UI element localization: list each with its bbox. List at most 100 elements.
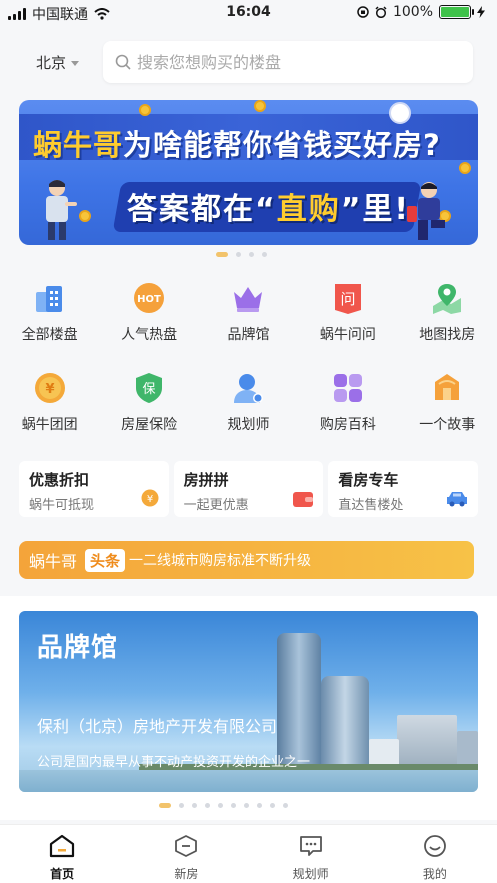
crown-icon (230, 280, 266, 316)
brand-hall-title: 品牌馆 (37, 633, 119, 663)
agent-figure-icon (46, 180, 77, 240)
buyer-figure-icon (407, 182, 445, 240)
profile-icon (423, 835, 446, 857)
menu-item-advisor[interactable]: 规划师 (199, 368, 298, 458)
tab-profile[interactable]: 我的 (373, 825, 497, 883)
headline-text: 一二线城市购房标准不断升级 (129, 553, 312, 569)
hot-icon: HOT (131, 280, 167, 316)
tab-label: 新房 (174, 867, 199, 881)
promo-card-car[interactable]: 看房专车 直达售楼处 (328, 461, 479, 517)
headline-tag: 头条 (85, 548, 126, 572)
search-icon (115, 54, 131, 70)
promo-card-subtitle: 蜗牛可抵现 (29, 498, 95, 513)
discount-coin-icon: ¥ (141, 489, 159, 507)
status-right: 100% (357, 4, 485, 20)
bottom-tab-bar: 首页 新房 规划师 我的 (0, 824, 497, 883)
banner-subline: 答案都在“直购”里! (127, 184, 410, 228)
top-bar: 北京 (0, 26, 497, 96)
pager-dot (249, 252, 254, 257)
search-box[interactable] (103, 41, 473, 83)
shield-icon: 保 (131, 370, 167, 406)
pager-dot (216, 252, 228, 257)
menu-item-encyclopedia[interactable]: 购房百科 (298, 368, 397, 458)
pager-dot (218, 803, 223, 808)
rotation-lock-icon (357, 6, 369, 18)
pager-dot (192, 803, 197, 808)
headline-brand: 蜗牛哥 (29, 552, 78, 571)
water-decoration (19, 770, 478, 792)
pager-dot (159, 803, 171, 808)
menu-item-label: 房屋保险 (121, 417, 178, 433)
tab-label: 首页 (50, 867, 75, 881)
menu-item-label: 蜗牛问问 (319, 327, 376, 343)
promo-card-title: 房拼拼 (183, 471, 229, 489)
menu-item-story[interactable]: 一个故事 (398, 368, 497, 458)
menu-item-label: 一个故事 (419, 417, 476, 433)
menu-item-ask[interactable]: 问 蜗牛问问 (298, 278, 397, 368)
promo-card-title: 看房专车 (338, 471, 399, 489)
pager-dot (205, 803, 210, 808)
news-headline-bar[interactable]: 蜗牛哥 头条 一二线城市购房标准不断升级 (19, 541, 474, 579)
tab-label: 规划师 (292, 867, 329, 881)
question-icon: 问 (330, 280, 366, 316)
banner-subline-pre: 答案都在“ (127, 192, 277, 227)
promo-card-group-buy[interactable]: 房拼拼 一起更优惠 (173, 461, 324, 517)
pager-dot (244, 803, 249, 808)
menu-item-label: 人气热盘 (121, 327, 178, 343)
brand-pager (159, 803, 288, 808)
home-icon (50, 834, 75, 858)
buildings-icon (32, 280, 68, 316)
coin-icon: ¥ (32, 370, 68, 406)
tab-advisor[interactable]: 规划师 (249, 825, 373, 883)
menu-item-label: 地图找房 (419, 327, 476, 343)
menu-item-insurance[interactable]: 保 房屋保险 (99, 368, 198, 458)
promo-banner[interactable]: 蜗牛哥为啥能帮你省钱买好房? 答案都在“直购”里! (19, 100, 478, 245)
banner-headline: 蜗牛哥为啥能帮你省钱买好房? (33, 122, 441, 164)
city-selector[interactable]: 北京 (36, 52, 80, 73)
menu-item-label: 全部楼盘 (21, 327, 78, 343)
car-icon (447, 492, 468, 507)
battery-percent: 100% (392, 4, 433, 20)
banner-pager (216, 252, 267, 257)
svg-text:保: 保 (143, 382, 156, 397)
coin-decoration-icon (139, 104, 151, 116)
caret-down-icon (71, 61, 80, 66)
search-input[interactable] (137, 52, 437, 72)
tab-home[interactable]: 首页 (0, 825, 124, 883)
pager-dot (283, 803, 288, 808)
promo-card-title: 优惠折扣 (29, 471, 90, 489)
quick-menu-row: 全部楼盘 HOT 人气热盘 品牌馆 问 蜗牛问问 地图找房 (0, 278, 497, 368)
menu-item-all-properties[interactable]: 全部楼盘 (0, 278, 99, 368)
menu-item-label: 品牌馆 (227, 327, 270, 343)
clock-decoration-icon (389, 102, 411, 124)
quick-menu-row: ¥ 蜗牛团团 保 房屋保险 规划师 购房百科 一个故事 (0, 368, 497, 458)
banner-subline-post: ”里! (340, 192, 411, 227)
battery-icon (439, 5, 474, 19)
quick-menu: 全部楼盘 HOT 人气热盘 品牌馆 问 蜗牛问问 地图找房 ¥ 蜗牛团团 保 房… (0, 278, 497, 458)
wallet-icon (293, 492, 314, 507)
pager-dot (179, 803, 184, 808)
menu-item-brand-hall[interactable]: 品牌馆 (199, 278, 298, 368)
brand-company-name: 保利（北京）房地产开发有限公司 (37, 717, 278, 736)
promo-cards: 优惠折扣 蜗牛可抵现 ¥ 房拼拼 一起更优惠 看房专车 直达售楼处 (19, 461, 479, 517)
map-pin-icon (429, 280, 465, 316)
svg-text:¥: ¥ (45, 382, 54, 397)
promo-card-discount[interactable]: 优惠折扣 蜗牛可抵现 ¥ (19, 461, 169, 517)
chat-icon (299, 836, 322, 856)
new-house-icon (175, 835, 198, 857)
menu-item-group-buy[interactable]: ¥ 蜗牛团团 (0, 368, 99, 458)
story-icon (429, 370, 465, 406)
encyclopedia-icon (330, 370, 366, 406)
advisor-icon (230, 370, 266, 406)
charging-icon (477, 6, 485, 18)
menu-item-label: 规划师 (227, 417, 270, 433)
pager-dot (236, 252, 241, 257)
svg-text:HOT: HOT (137, 294, 161, 305)
menu-item-map-search[interactable]: 地图找房 (398, 278, 497, 368)
city-label: 北京 (36, 54, 67, 72)
svg-text:问: 问 (340, 290, 355, 308)
tab-new-house[interactable]: 新房 (124, 825, 248, 883)
tab-label: 我的 (422, 867, 447, 881)
menu-item-hot-properties[interactable]: HOT 人气热盘 (99, 278, 198, 368)
brand-hall-card[interactable]: 品牌馆 保利（北京）房地产开发有限公司 公司是国内最早从事不动产投资开发的企业之… (19, 611, 478, 792)
